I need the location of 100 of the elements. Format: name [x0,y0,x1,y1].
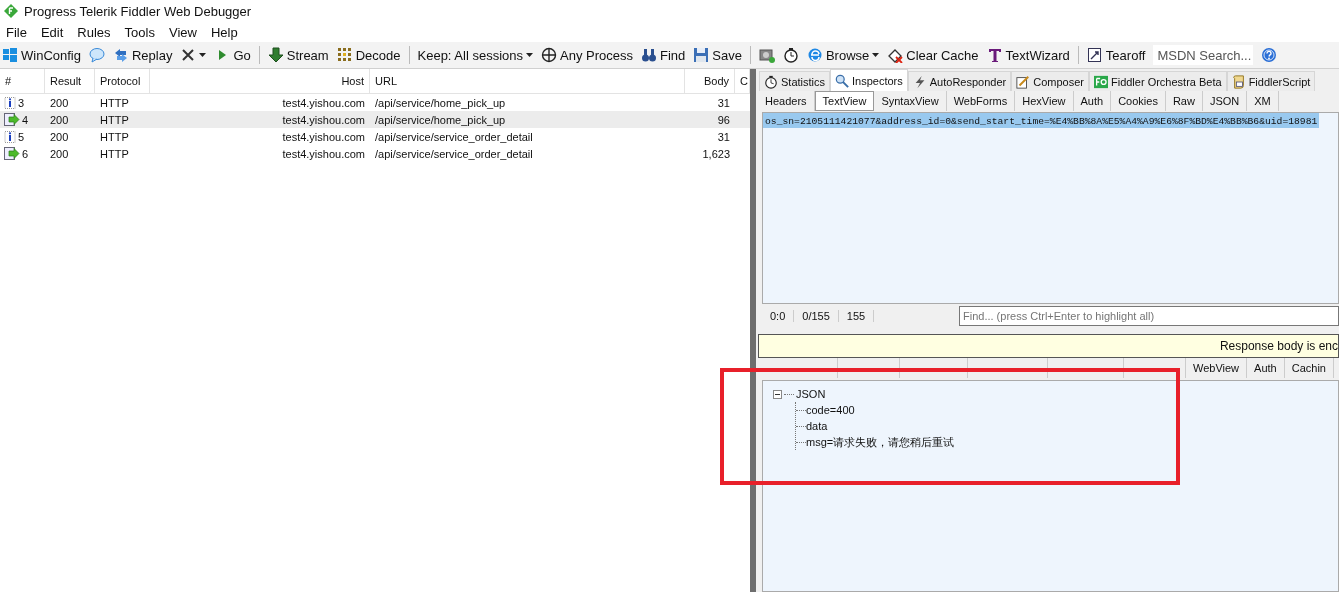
tab[interactable]: AutoResponder [907,71,1012,91]
toolbar-button[interactable]: Find [641,47,686,63]
toolbar-dropdown[interactable]: Browse [806,47,880,63]
session-row[interactable]: 5 200 HTTP test4.yishou.com /api/service/service_order_detail 31 [0,128,750,145]
toolbar-icon [541,47,557,63]
app-logo-icon [4,4,18,18]
tab[interactable]: JSON [1202,91,1248,111]
table-cell-text: /api/service/service_order_detail [374,130,534,143]
toolbar-icon [887,47,904,63]
toolbar-icon [267,47,284,63]
collapse-toggle[interactable] [773,389,782,399]
tab[interactable]: Auth [1247,358,1285,378]
toolbar-button[interactable]: WinConfig [2,47,81,63]
table-cell-text: 31 [716,96,731,109]
toolbar-button[interactable]: Replay [112,47,173,63]
menu-item[interactable]: File [6,24,27,40]
search-field[interactable]: MSDN Search... [1153,45,1254,65]
table-cell-text: HTTP [99,113,130,126]
toolbar-button[interactable]: Save [693,47,742,63]
info-icon [4,130,16,143]
table-cell-text: 200 [49,147,70,160]
toolbar-icon [986,47,1003,63]
find-field[interactable]: Find... (press Ctrl+Enter to highlight all) [959,306,1339,326]
tree-node[interactable]: code=400 [806,404,855,416]
menu-item[interactable]: Edit [40,24,64,40]
table-cell: 6 [22,147,29,160]
tab[interactable]: Composer [1011,71,1089,91]
menu-item[interactable]: Tools [124,24,155,40]
column-header[interactable]: Host [150,69,370,93]
tab[interactable]: Fiddler Orchestra Beta [1088,71,1227,91]
tab[interactable]: Raw [1165,91,1203,111]
column-header[interactable]: Protocol [95,69,150,93]
toolbar-button[interactable]: TextWizard [986,47,1070,63]
tab[interactable]: WebView [1186,358,1248,378]
table-cell-text: 200 [49,130,70,143]
caret-icon [872,53,880,57]
caret-icon [526,53,533,57]
toolbar-icon [2,47,18,63]
document-arrow-icon [4,147,20,160]
status-text: 155 [838,310,875,322]
table-cell-text: /api/service/home_pick_up [374,113,507,126]
table-cell-text: 200 [49,113,70,126]
request-body-text: os_sn=2105111421077&address_id=0&send_start_time=%E4%BB%8A%E5%A4%A9%E6%8F%BD%E4%BB%B6&uid=18981 [763,113,1320,128]
column-header[interactable]: # [0,69,45,93]
tab[interactable]: Inspectors [830,69,908,91]
logo-icon [1093,74,1108,89]
session-row[interactable]: 3 200 HTTP test4.yishou.com /api/service/home_pick_up 31 [0,94,750,111]
stopwatch-icon [764,74,778,89]
tab[interactable]: Statistics [759,71,830,91]
session-row[interactable]: 6 200 HTTP test4.yishou.com /api/service/service_order_detail 1,623 [0,145,750,162]
toolbar-icon [806,47,823,63]
table-cell-text: test4.yishou.com [281,96,366,109]
table-cell: 3 [18,96,25,109]
pencil-icon [1016,74,1031,89]
toolbar-button[interactable]: Stream [267,47,329,63]
toolbar-icon [180,47,197,63]
tab[interactable]: Headers [758,91,815,111]
tab[interactable]: WebForms [946,91,1016,111]
tree-node[interactable]: msg=请求失败，请您稍后重试 [806,434,955,450]
tab[interactable]: Auth [1073,91,1112,111]
menu-item[interactable]: Rules [77,24,111,40]
toolbar-dropdown[interactable] [180,47,207,63]
tab[interactable]: HexView [1015,91,1074,111]
table-cell-text: 200 [49,96,70,109]
table-cell-text: /api/service/service_order_detail [374,147,534,160]
session-row[interactable]: 4 200 HTTP test4.yishou.com /api/service/home_pick_up 96 [0,111,750,128]
toolbar-icon-button[interactable] [782,47,799,63]
tab[interactable]: Cookies [1111,91,1166,111]
table-cell-text: HTTP [99,130,130,143]
column-header[interactable]: Result [45,69,95,93]
tab[interactable]: SyntaxView [874,91,947,111]
toolbar-button[interactable]: Clear Cache [887,47,979,63]
menu-item[interactable]: View [168,24,197,40]
toolbar-button[interactable]: Any Process [541,47,633,63]
tab[interactable]: TextView [814,91,875,111]
toolbar-dropdown[interactable]: Keep: All sessions [417,47,533,63]
toolbar-button[interactable]: Go [214,47,251,63]
table-cell-text: 31 [716,130,731,143]
table-cell: 4 [22,113,29,126]
tree-node[interactable]: data [806,420,828,432]
tab[interactable]: XM [1247,91,1279,111]
toolbar-icon [336,47,353,63]
table-cell-text: HTTP [99,147,130,160]
status-text: 0/155 [794,310,839,322]
tab[interactable]: FiddlerScript [1226,71,1316,91]
table-cell-text: 96 [716,113,731,126]
toolbar-button[interactable]: Decode [336,47,401,63]
info-icon [4,96,16,109]
column-header[interactable]: Body [685,69,735,93]
document-arrow-icon [4,113,20,126]
status-text: 0:0 [762,310,795,322]
column-header[interactable]: URL [370,69,685,93]
tab[interactable]: Cachin [1284,358,1334,378]
table-cell-text: 1,623 [701,147,731,160]
menu-item[interactable]: Help [210,24,238,40]
banner-text: Response body is enc [1219,339,1338,353]
toolbar-button[interactable]: Tearoff [1086,47,1146,63]
tree-node[interactable]: JSON [796,388,826,400]
toolbar-icon [641,47,657,63]
toolbar-icon [693,47,710,63]
